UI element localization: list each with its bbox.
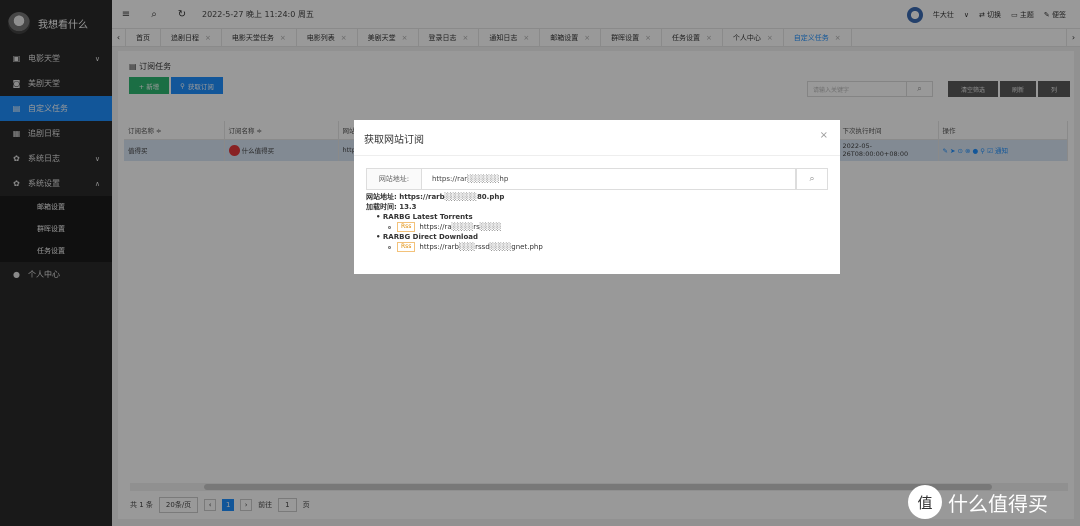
rss-badge: Rss [397,242,416,252]
watermark: 值 什么值得买 [908,480,1078,524]
dialog-title: 获取网站订阅 [364,135,424,146]
feed-link[interactable]: Rss https://ra░░░░rs░░░░ [366,222,543,232]
divider [354,155,840,156]
watermark-logo: 值 [908,485,942,519]
close-icon[interactable]: × [820,130,828,141]
rss-badge: Rss [397,222,416,232]
search-icon[interactable]: ⌕ [796,168,828,190]
url-input[interactable]: https://rar░░░░░░hp [422,168,796,190]
fetch-subscription-dialog: 获取网站订阅 × 网站地址: https://rar░░░░░░hp ⌕ 网站地… [354,120,840,274]
watermark-text: 什么值得买 [948,491,1048,516]
feed-item: • RARBG Direct Download [376,233,478,241]
feed-link[interactable]: Rss https://rarb░░░rssd░░░░gnet.php [366,242,543,252]
fetch-result: 网站地址: https://rarb░░░░░░80.php 加载时间: 13.… [366,193,543,252]
url-label: 网站地址: [366,168,422,190]
feed-item: • RARBG Latest Torrents [376,213,473,221]
